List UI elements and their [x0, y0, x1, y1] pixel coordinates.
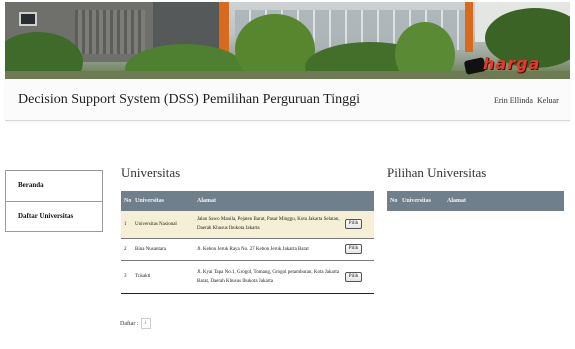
sidebar-item-beranda[interactable]: Beranda: [6, 171, 102, 201]
pagination: Daftar :1: [120, 318, 151, 329]
table-row: 1 Universitas Nasional Jalan Sawo Manila…: [121, 211, 374, 239]
sidebar-menu: Beranda Daftar Universitas: [5, 170, 103, 232]
building-slats: [75, 10, 145, 54]
tree: [235, 14, 315, 79]
universitas-table: No Universitas Alamat 1 Universitas Nasi…: [121, 191, 374, 294]
table-header-row: No Universitas Alamat: [387, 191, 564, 211]
brand-logo-text: harga: [483, 54, 541, 73]
table-row: 2 Bina Nusantara Jl. Kebon Jeruk Raya No…: [121, 238, 374, 261]
user-name-link[interactable]: Erin Ellinda: [494, 96, 533, 105]
table-header-row: No Universitas Alamat: [121, 191, 374, 211]
sidebar-item-daftar-universitas[interactable]: Daftar Universitas: [6, 201, 102, 231]
row-no: 1: [121, 211, 132, 239]
pagination-label: Daftar :: [120, 320, 139, 327]
table-row: 3 Trisakti Jl. Kyai Tapa No.1, Grogol, T…: [121, 260, 374, 294]
universitas-heading: Universitas: [121, 165, 181, 180]
row-no: 2: [121, 238, 132, 261]
row-university: Trisakti: [132, 260, 194, 294]
row-university: Bina Nusantara: [132, 238, 194, 261]
page-title: Decision Support System (DSS) Pemilihan …: [18, 92, 360, 107]
column-header-alamat: Alamat: [444, 191, 564, 211]
row-action-cell: Pilih: [342, 238, 374, 261]
header-bar: Decision Support System (DSS) Pemilihan …: [5, 79, 570, 121]
row-no: 3: [121, 260, 132, 294]
building-window: [19, 12, 37, 26]
row-address: Jalan Sawo Manila, Pejaten Barat, Pasar …: [194, 211, 342, 239]
orange-pillar-right: [465, 2, 473, 52]
row-action-cell: Pilih: [342, 260, 374, 294]
pilih-button[interactable]: Pilih: [345, 244, 362, 254]
column-header-action: [342, 191, 374, 211]
pilihan-heading: Pilihan Universitas: [387, 165, 487, 180]
pilihan-table: No Universitas Alamat: [387, 191, 564, 211]
column-header-alamat: Alamat: [194, 191, 342, 211]
column-header-universitas: Universitas: [399, 191, 444, 211]
banner-image: harga: [5, 2, 570, 79]
page-number-button[interactable]: 1: [140, 318, 151, 329]
column-header-no: No: [121, 191, 132, 211]
column-header-no: No: [387, 191, 399, 211]
row-address: Jl. Kyai Tapa No.1, Grogol, Tomang, Grog…: [194, 260, 342, 294]
row-action-cell: Pilih: [342, 211, 374, 239]
column-header-universitas: Universitas: [132, 191, 194, 211]
row-university: Universitas Nasional: [132, 211, 194, 239]
row-address: Jl. Kebon Jeruk Raya No. 27 Kebon Jeruk …: [194, 238, 342, 261]
pilih-button[interactable]: Pilih: [345, 219, 362, 230]
logout-link[interactable]: Keluar: [537, 96, 559, 105]
pilih-button[interactable]: Pilih: [345, 271, 362, 282]
